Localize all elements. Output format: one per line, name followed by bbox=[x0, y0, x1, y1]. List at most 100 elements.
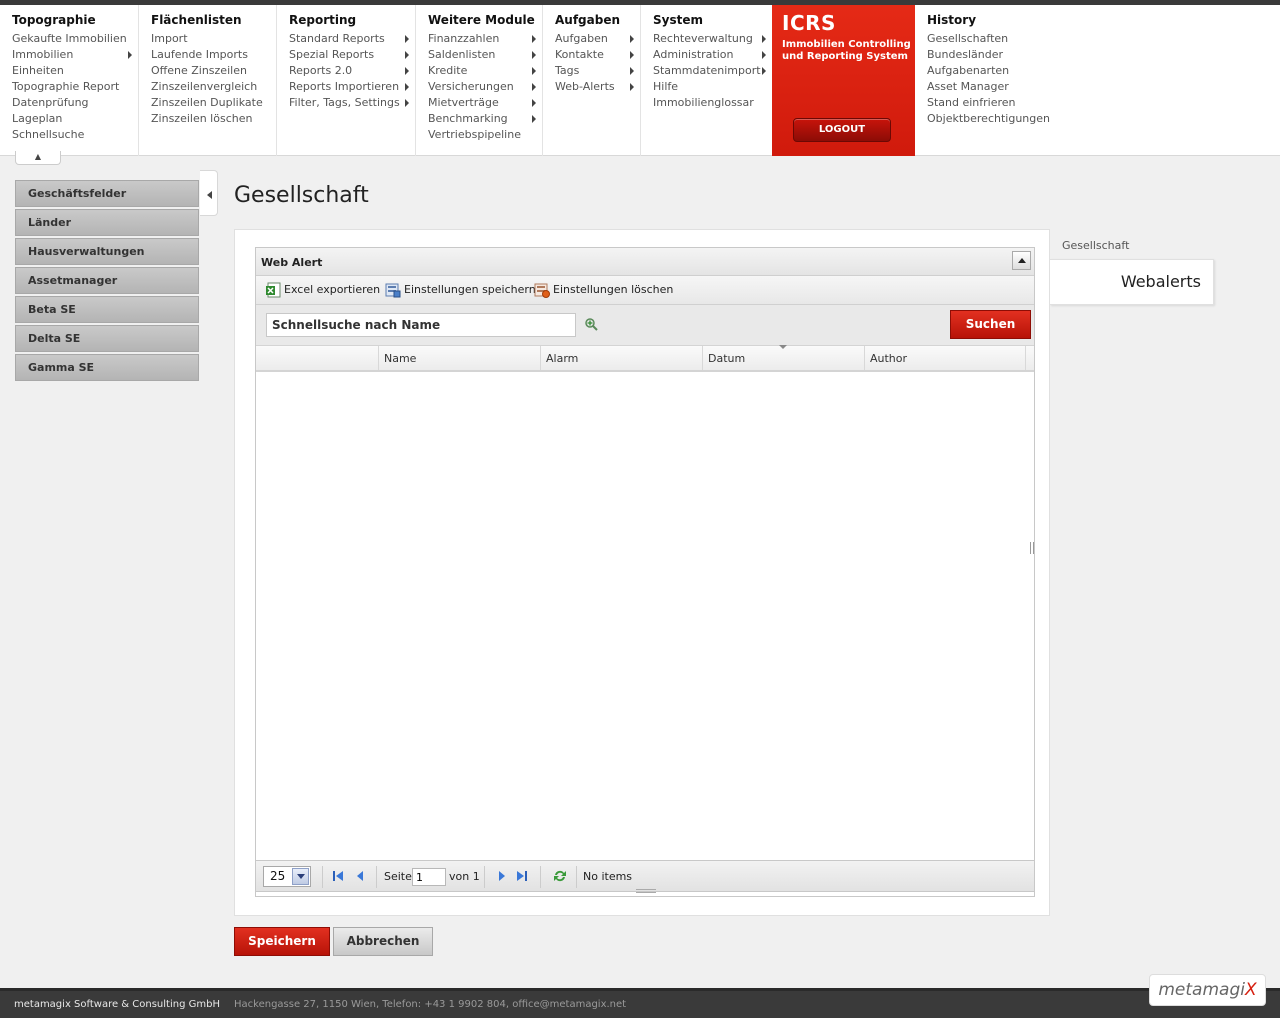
page-number-input[interactable] bbox=[412, 868, 446, 886]
menu-aufgaben-list: Aufgaben Kontakte Tags Web-Alerts bbox=[543, 31, 640, 95]
submenu-arrow-icon bbox=[630, 67, 634, 75]
sidebar-item[interactable]: Hausverwaltungen bbox=[15, 238, 199, 265]
menu-topographie-title[interactable]: Topographie bbox=[12, 13, 138, 27]
sidebar-item[interactable]: Delta SE bbox=[15, 325, 199, 352]
arrow-left-icon bbox=[207, 191, 212, 199]
menu-reporting-title[interactable]: Reporting bbox=[289, 13, 415, 27]
column-header-alarm[interactable]: Alarm bbox=[540, 346, 702, 370]
resize-handle-icon[interactable] bbox=[1030, 542, 1034, 554]
save-settings-label: Einstellungen speichern bbox=[404, 283, 536, 296]
logout-button[interactable]: LOGOUT bbox=[793, 118, 891, 142]
tab-gesellschaft[interactable]: Gesellschaft bbox=[1062, 239, 1129, 252]
page-size-select[interactable]: 25 bbox=[263, 866, 311, 887]
grid-resize-grip-icon[interactable] bbox=[636, 889, 656, 893]
quick-search-input[interactable] bbox=[266, 313, 576, 337]
menu-topographie-item[interactable]: Schnellsuche bbox=[0, 127, 138, 143]
settings-save-icon bbox=[385, 283, 401, 298]
menu-system-item[interactable]: Stammdatenimport bbox=[641, 63, 772, 79]
save-button[interactable]: Speichern bbox=[234, 927, 330, 956]
sidebar-item[interactable]: Geschäftsfelder bbox=[15, 180, 199, 207]
menu-system-item[interactable]: Rechteverwaltung bbox=[641, 31, 772, 47]
sidebar-item[interactable]: Assetmanager bbox=[15, 267, 199, 294]
tab-webalerts[interactable]: Webalerts bbox=[1050, 259, 1214, 305]
menu-weitere-module-item[interactable]: Finanzzahlen bbox=[416, 31, 542, 47]
menu-aufgaben-title[interactable]: Aufgaben bbox=[555, 13, 640, 27]
sidebar-item[interactable]: Beta SE bbox=[15, 296, 199, 323]
submenu-arrow-icon bbox=[630, 51, 634, 59]
excel-export-button[interactable]: Excel exportieren bbox=[265, 282, 380, 298]
menu-reporting-item[interactable]: Reports 2.0 bbox=[277, 63, 415, 79]
menu-system-item[interactable]: Hilfe bbox=[641, 79, 772, 95]
menu-weitere-module-item[interactable]: Saldenlisten bbox=[416, 47, 542, 63]
column-header-name[interactable]: Name bbox=[378, 346, 540, 370]
menu-weitere-module-item[interactable]: Kredite bbox=[416, 63, 542, 79]
menu-topographie-item[interactable]: Topographie Report bbox=[0, 79, 138, 95]
grid-column-headers: Name Alarm Datum Author bbox=[256, 345, 1034, 372]
sidebar-item[interactable]: Gamma SE bbox=[15, 354, 199, 381]
menu-aufgaben-item[interactable]: Kontakte bbox=[543, 47, 640, 63]
menu-history-item[interactable]: Asset Manager bbox=[915, 79, 1075, 95]
menu-weitere-module-item[interactable]: Mietverträge bbox=[416, 95, 542, 111]
menu-aufgaben-item[interactable]: Aufgaben bbox=[543, 31, 640, 47]
menu-history-item[interactable]: Stand einfrieren bbox=[915, 95, 1075, 111]
search-add-icon[interactable] bbox=[584, 317, 598, 331]
submenu-arrow-icon bbox=[630, 83, 634, 91]
menu-topographie-item[interactable]: Datenprüfung bbox=[0, 95, 138, 111]
search-row: Suchen bbox=[256, 305, 1034, 346]
grid-title: Web Alert bbox=[261, 256, 323, 269]
menu-aufgaben-item[interactable]: Web-Alerts bbox=[543, 79, 640, 95]
menu-weitere-module-title[interactable]: Weitere Module bbox=[428, 13, 542, 27]
menu-flaechenlisten-item[interactable]: Zinszeilenvergleich bbox=[139, 79, 276, 95]
menu-topographie-item[interactable]: Gekaufte Immobilien bbox=[0, 31, 138, 47]
menu-topographie-item[interactable]: Einheiten bbox=[0, 63, 138, 79]
delete-settings-button[interactable]: Einstellungen löschen bbox=[534, 282, 673, 298]
icrs-subtitle: Immobilien Controlling und Reporting Sys… bbox=[782, 39, 911, 62]
menu-reporting-item[interactable]: Spezial Reports bbox=[277, 47, 415, 63]
cancel-button[interactable]: Abbrechen bbox=[333, 927, 433, 956]
menu-system-title[interactable]: System bbox=[653, 13, 772, 27]
menu-system-item[interactable]: Immobilienglossar bbox=[641, 95, 772, 111]
menu-topographie-item[interactable]: Lageplan bbox=[0, 111, 138, 127]
sidebar-item[interactable]: Länder bbox=[15, 209, 199, 236]
menu-flaechenlisten-item[interactable]: Offene Zinszeilen bbox=[139, 63, 276, 79]
menu-reporting-item[interactable]: Standard Reports bbox=[277, 31, 415, 47]
footer: metamagix Software & Consulting GmbH Hac… bbox=[0, 988, 1280, 1018]
menu-system-item[interactable]: Administration bbox=[641, 47, 772, 63]
menu-flaechenlisten-item[interactable]: Zinszeilen Duplikate bbox=[139, 95, 276, 111]
menu-flaechenlisten-item[interactable]: Zinszeilen löschen bbox=[139, 111, 276, 127]
menu-reporting-item[interactable]: Reports Importieren bbox=[277, 79, 415, 95]
menu-history-list: Gesellschaften Bundesländer Aufgabenarten A… bbox=[915, 31, 1075, 127]
sidebar-collapse-toggle[interactable] bbox=[200, 170, 218, 216]
submenu-arrow-icon bbox=[762, 35, 766, 43]
menu-flaechenlisten-item[interactable]: Laufende Imports bbox=[139, 47, 276, 63]
column-header-author[interactable]: Author bbox=[864, 346, 1026, 370]
menu-collapse-toggle[interactable]: ▲ bbox=[15, 151, 61, 165]
submenu-arrow-icon bbox=[532, 51, 536, 59]
menu-weitere-module-item[interactable]: Benchmarking bbox=[416, 111, 542, 127]
chevron-down-icon bbox=[292, 868, 309, 885]
prev-page-icon[interactable] bbox=[354, 870, 366, 882]
grid-collapse-button[interactable] bbox=[1012, 251, 1031, 270]
menu-reporting-item[interactable]: Filter, Tags, Settings bbox=[277, 95, 415, 111]
last-page-icon[interactable] bbox=[516, 870, 528, 882]
settings-delete-icon bbox=[534, 283, 550, 298]
menu-history-item[interactable]: Gesellschaften bbox=[915, 31, 1075, 47]
refresh-icon[interactable] bbox=[552, 868, 568, 884]
menu-history-item[interactable]: Objektberechtigungen bbox=[915, 111, 1075, 127]
next-page-icon[interactable] bbox=[496, 870, 508, 882]
menu-flaechenlisten-title[interactable]: Flächenlisten bbox=[151, 13, 276, 27]
menu-history-item[interactable]: Aufgabenarten bbox=[915, 63, 1075, 79]
menu-history-title[interactable]: History bbox=[927, 13, 1075, 27]
menu-history-item[interactable]: Bundesländer bbox=[915, 47, 1075, 63]
search-button[interactable]: Suchen bbox=[950, 310, 1031, 339]
column-header-datum[interactable]: Datum bbox=[702, 346, 864, 370]
save-settings-button[interactable]: Einstellungen speichern bbox=[385, 282, 536, 298]
menu-weitere-module-item[interactable]: Vertriebspipeline bbox=[416, 127, 542, 143]
menu-reporting: Reporting Standard Reports Spezial Reports… bbox=[277, 5, 416, 156]
menu-aufgaben-item[interactable]: Tags bbox=[543, 63, 640, 79]
menu-flaechenlisten-item[interactable]: Import bbox=[139, 31, 276, 47]
first-page-icon[interactable] bbox=[332, 870, 344, 882]
menu-weitere-module-item[interactable]: Versicherungen bbox=[416, 79, 542, 95]
menu-topographie-item[interactable]: Immobilien bbox=[0, 47, 138, 63]
column-header-select[interactable] bbox=[256, 346, 378, 370]
